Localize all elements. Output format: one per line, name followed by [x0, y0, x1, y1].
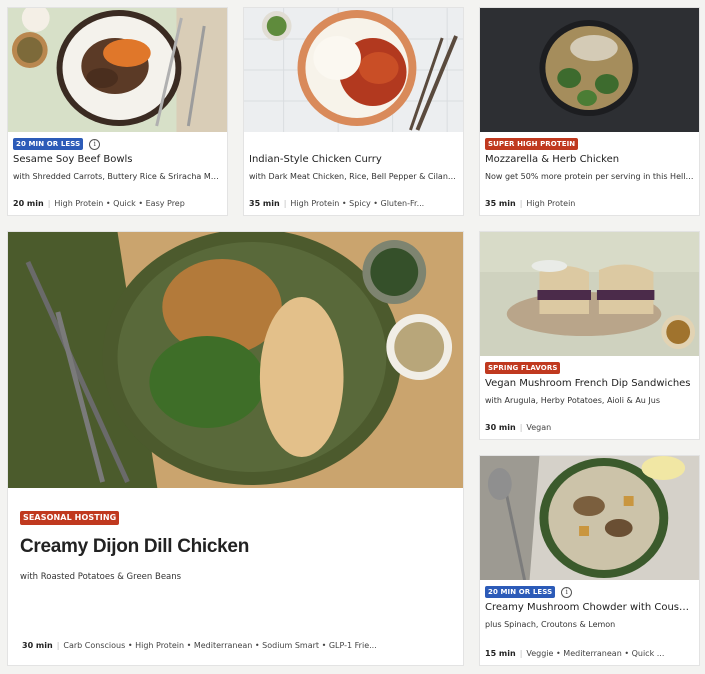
recipe-subtitle: Now get 50% more protein per serving in …	[485, 172, 694, 181]
recipe-image	[480, 232, 699, 356]
recipe-meta: 30 min | Vegan	[485, 423, 552, 432]
badge-seasonal-hosting: SEASONAL HOSTING	[20, 511, 120, 525]
info-icon[interactable]: i	[89, 138, 101, 150]
cook-time: 30 min	[22, 641, 53, 650]
recipe-image	[8, 232, 463, 488]
recipe-image	[8, 8, 227, 132]
recipe-title: Creamy Mushroom Chowder with Cousc...	[485, 602, 694, 613]
recipe-tags: Vegan	[526, 423, 552, 432]
cook-time: 30 min	[485, 423, 516, 432]
recipe-card-vegan-mushroom-french-dip[interactable]: SPRING FLAVORS Vegan Mushroom French Dip…	[479, 231, 700, 440]
recipe-meta: 15 min | Veggie • Mediterranean • Quick ..…	[485, 649, 665, 658]
recipe-meta: 35 min | High Protein • Spicy • Gluten-Fr.…	[249, 199, 425, 208]
recipe-card-indian-style-chicken-curry[interactable]: Indian-Style Chicken Curry with Dark Mea…	[243, 7, 464, 216]
recipe-subtitle: with Shredded Carrots, Buttery Rice & Sr…	[13, 172, 222, 181]
badge-20-min-or-less: 20 MIN OR LESS	[485, 586, 556, 598]
card-body: SEASONAL HOSTING Creamy Dijon Dill Chick…	[8, 488, 463, 665]
card-body: Indian-Style Chicken Curry with Dark Mea…	[244, 132, 463, 215]
recipe-title: Sesame Soy Beef Bowls	[13, 154, 133, 165]
recipe-image	[480, 456, 699, 580]
recipe-subtitle: with Arugula, Herby Potatoes, Aioli & Au…	[485, 396, 661, 405]
cook-time: 35 min	[485, 199, 516, 208]
cook-time: 35 min	[249, 199, 280, 208]
card-body: SUPER HIGH PROTEIN Mozzarella & Herb Chi…	[480, 132, 699, 215]
recipe-meta: 20 min | High Protein • Quick • Easy Prep	[13, 199, 185, 208]
recipe-meta: 30 min | Carb Conscious • High Protein • M…	[22, 641, 377, 650]
badge-super-high-protein: SUPER HIGH PROTEIN	[485, 138, 579, 150]
card-body: SPRING FLAVORS Vegan Mushroom French Dip…	[480, 356, 699, 439]
recipe-card-mozzarella-herb-chicken[interactable]: SUPER HIGH PROTEIN Mozzarella & Herb Chi…	[479, 7, 700, 216]
badge-20-min-or-less: 20 MIN OR LESS	[13, 138, 84, 150]
recipe-title: Mozzarella & Herb Chicken	[485, 154, 620, 165]
recipe-image	[244, 8, 463, 132]
card-body: 20 MIN OR LESS i Sesame Soy Beef Bowls w…	[8, 132, 227, 215]
recipe-tags: Carb Conscious • High Protein • Mediterr…	[63, 641, 377, 650]
recipe-card-sesame-soy-beef-bowls[interactable]: 20 MIN OR LESS i Sesame Soy Beef Bowls w…	[7, 7, 228, 216]
recipe-title: Indian-Style Chicken Curry	[249, 154, 382, 165]
recipe-tags: High Protein • Spicy • Gluten-Fr...	[290, 199, 425, 208]
recipe-tags: High Protein	[526, 199, 576, 208]
recipe-title: Vegan Mushroom French Dip Sandwiches	[485, 378, 691, 389]
info-icon[interactable]: i	[561, 586, 573, 598]
recipe-card-creamy-mushroom-chowder[interactable]: 20 MIN OR LESS i Creamy Mushroom Chowder…	[479, 455, 700, 666]
recipe-subtitle: plus Spinach, Croutons & Lemon	[485, 620, 616, 629]
recipe-meta: 35 min | High Protein	[485, 199, 576, 208]
card-body: 20 MIN OR LESS i Creamy Mushroom Chowder…	[480, 580, 699, 665]
recipe-subtitle: with Dark Meat Chicken, Rice, Bell Peppe…	[249, 172, 458, 181]
cook-time: 15 min	[485, 649, 516, 658]
recipe-image	[480, 8, 699, 132]
recipe-tags: High Protein • Quick • Easy Prep	[54, 199, 185, 208]
badge-spring-flavors: SPRING FLAVORS	[485, 362, 561, 374]
cook-time: 20 min	[13, 199, 44, 208]
recipe-tags: Veggie • Mediterranean • Quick ...	[526, 649, 665, 658]
recipe-subtitle: with Roasted Potatoes & Green Beans	[20, 572, 182, 582]
recipe-card-creamy-dijon-dill-chicken[interactable]: SEASONAL HOSTING Creamy Dijon Dill Chick…	[7, 231, 464, 666]
recipe-title: Creamy Dijon Dill Chicken	[20, 536, 250, 557]
